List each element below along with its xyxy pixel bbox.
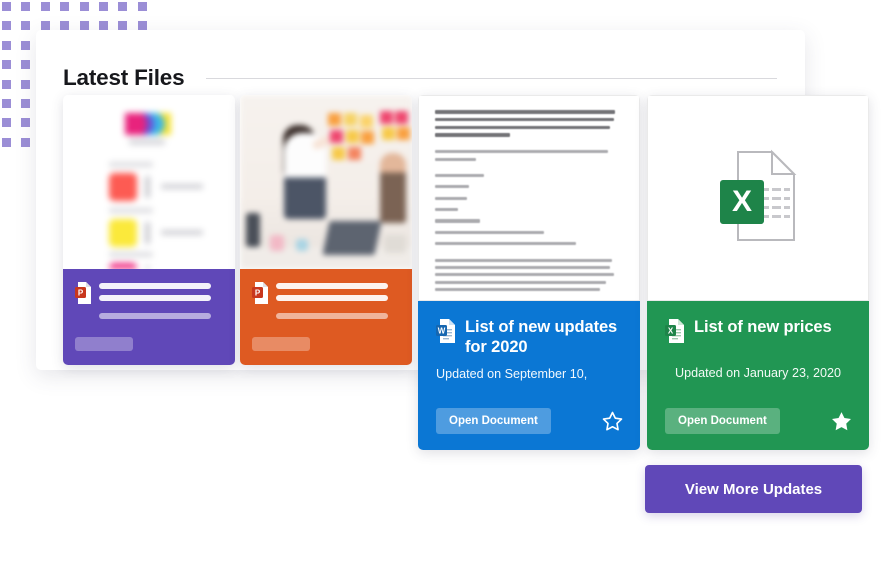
- panel-header: Latest Files: [63, 58, 777, 98]
- card-1-button-placeholder[interactable]: [75, 337, 133, 351]
- card-4-thumbnail: X: [647, 95, 869, 301]
- decorative-dot: [21, 118, 31, 128]
- decorative-dot: [2, 118, 11, 128]
- decorative-dot: [118, 2, 128, 11]
- decorative-dot: [2, 137, 11, 147]
- card-2-subtitle-placeholder: [276, 313, 388, 319]
- decorative-dot: [60, 2, 70, 11]
- decorative-dot: [21, 40, 31, 50]
- decorative-dot: [2, 40, 11, 50]
- page-title: Latest Files: [63, 65, 185, 90]
- decorative-dot: [21, 79, 31, 89]
- file-card-3[interactable]: W List of new updates for 2020 Updated o…: [418, 95, 640, 450]
- decorative-dot: [21, 137, 31, 147]
- star-outline-icon[interactable]: [601, 410, 624, 433]
- decorative-dot: [2, 99, 11, 108]
- sticky-notes-cluster: [328, 113, 374, 165]
- view-more-updates-button[interactable]: View More Updates: [645, 465, 862, 513]
- sticky-notes-cluster-2: [380, 111, 412, 145]
- svg-text:P: P: [255, 288, 261, 297]
- card-1-body: P: [63, 269, 235, 365]
- file-card-1[interactable]: P: [63, 95, 235, 365]
- powerpoint-file-icon: P: [75, 282, 93, 304]
- card-4-title: List of new prices: [694, 318, 832, 336]
- decorative-dot: [21, 21, 31, 31]
- file-card-2[interactable]: P: [240, 95, 412, 365]
- card-1-thumbnail: [63, 95, 235, 269]
- decorative-dot: [2, 79, 11, 89]
- card-1-title-placeholder-2: [99, 295, 211, 301]
- card-4-open-document-button[interactable]: Open Document: [665, 408, 780, 434]
- card-2-title-placeholder-2: [276, 295, 388, 301]
- powerpoint-file-icon: P: [252, 282, 270, 304]
- thumb-caption-bar: [129, 139, 165, 145]
- palette-logo-icon: [125, 113, 171, 135]
- header-divider: [206, 77, 777, 79]
- word-file-icon: W: [436, 319, 456, 348]
- card-3-title: List of new updates for 2020: [465, 318, 618, 357]
- svg-text:P: P: [78, 288, 84, 297]
- card-1-title-placeholder: [99, 283, 211, 289]
- decorative-dot: [21, 2, 31, 11]
- thumb-swatch-row: [109, 208, 229, 253]
- decorative-dot: [21, 99, 31, 108]
- card-3-thumbnail: [418, 95, 640, 301]
- svg-text:X: X: [668, 326, 674, 335]
- card-4-subtitle: Updated on January 23, 2020: [675, 366, 841, 380]
- card-2-body: P: [240, 269, 412, 365]
- excel-file-icon: X: [665, 319, 685, 348]
- svg-text:X: X: [732, 185, 752, 218]
- card-3-open-document-button[interactable]: Open Document: [436, 408, 551, 434]
- card-3-body: W List of new updates for 2020 Updated o…: [418, 301, 640, 450]
- thumb-swatch-row: [109, 162, 229, 207]
- decorative-dot: [99, 2, 108, 11]
- decorative-dot: [2, 60, 11, 70]
- file-card-4[interactable]: X X List of new prices Updated on Januar…: [647, 95, 869, 450]
- decorative-dot: [137, 2, 147, 11]
- card-1-subtitle-placeholder: [99, 313, 211, 319]
- decorative-dot: [79, 2, 89, 11]
- star-filled-icon[interactable]: [830, 410, 853, 433]
- card-2-button-placeholder[interactable]: [252, 337, 310, 351]
- card-2-thumbnail: [240, 95, 412, 269]
- excel-file-icon-large: X: [716, 148, 800, 249]
- card-3-subtitle: Updated on September 10,: [436, 366, 588, 381]
- decorative-dot: [2, 2, 11, 11]
- decorative-dot: [2, 21, 11, 31]
- decorative-dot: [40, 2, 50, 11]
- decorative-dot: [21, 60, 31, 70]
- file-cards-container: P P W List of new updates for 2020 Updat…: [63, 95, 869, 455]
- card-2-title-placeholder: [276, 283, 388, 289]
- svg-text:W: W: [438, 326, 446, 335]
- card-4-body: X List of new prices Updated on January …: [647, 301, 869, 450]
